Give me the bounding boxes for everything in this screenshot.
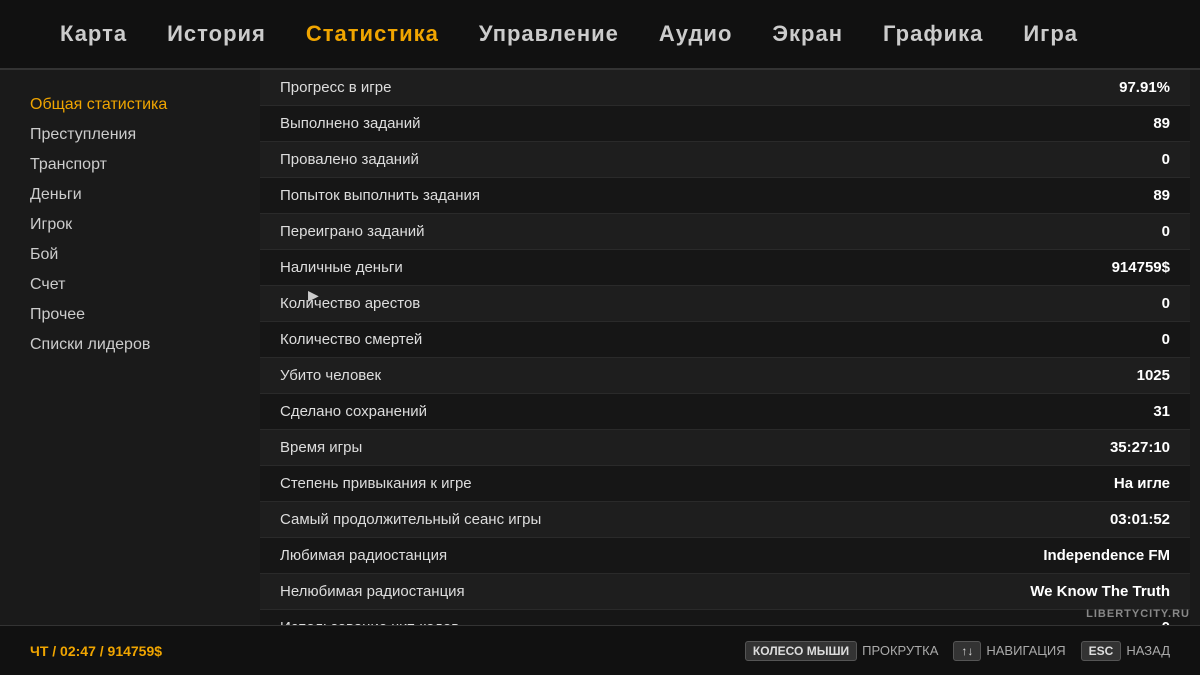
stat-label: Прогресс в игре xyxy=(280,79,391,96)
action-back: НАЗАД xyxy=(1126,643,1170,658)
key-nav: ↑↓ xyxy=(953,641,981,661)
stat-value: 31 xyxy=(1153,403,1170,420)
key-scroll: КОЛЕСО МЫШИ xyxy=(745,641,857,661)
sidebar-item-transport[interactable]: Транспорт xyxy=(30,150,230,180)
sidebar: Общая статистика Преступления Транспорт … xyxy=(0,70,260,625)
stat-row: Выполнено заданий 89 xyxy=(260,106,1190,142)
stat-value: 35:27:10 xyxy=(1110,439,1170,456)
nav-item-grafika[interactable]: Графика xyxy=(883,21,983,47)
sidebar-item-prestupleniya[interactable]: Преступления xyxy=(30,120,230,150)
stat-value: 0 xyxy=(1162,151,1170,168)
stat-row: Провалено заданий 0 xyxy=(260,142,1190,178)
nav-item-audio[interactable]: Аудио xyxy=(659,21,733,47)
stat-label: Убито человек xyxy=(280,367,381,384)
stats-panel: Прогресс в игре 97.91% Выполнено заданий 89… xyxy=(260,70,1200,625)
stat-row: Любимая радиостанция Independence FM xyxy=(260,538,1190,574)
status-left: ЧТ / 02:47 / 914759$ xyxy=(30,643,162,659)
stat-row: Прогресс в игре 97.91% xyxy=(260,70,1190,106)
stat-row: Убито человек 1025 xyxy=(260,358,1190,394)
nav-item-istoriya[interactable]: История xyxy=(167,21,266,47)
watermark: LIBERTYCITY.RU xyxy=(1086,608,1190,620)
sidebar-item-schet[interactable]: Счет xyxy=(30,270,230,300)
stat-value: 89 xyxy=(1153,115,1170,132)
key-esc: ESC xyxy=(1081,641,1122,661)
stat-label: Попыток выполнить задания xyxy=(280,187,480,204)
stat-label: Степень привыкания к игре xyxy=(280,475,472,492)
stat-value: 0 xyxy=(1162,331,1170,348)
nav-item-karta[interactable]: Карта xyxy=(60,21,127,47)
stat-row: Время игры 35:27:10 xyxy=(260,430,1190,466)
stat-value: 89 xyxy=(1153,187,1170,204)
stat-row: Попыток выполнить задания 89 xyxy=(260,178,1190,214)
hint-scroll: КОЛЕСО МЫШИ ПРОКРУТКА xyxy=(745,641,939,661)
nav-item-ekran[interactable]: Экран xyxy=(772,21,843,47)
nav-item-igra[interactable]: Игра xyxy=(1023,21,1078,47)
sidebar-item-igrok[interactable]: Игрок xyxy=(30,210,230,240)
hint-back: ESC НАЗАД xyxy=(1081,641,1170,661)
stat-label: Наличные деньги xyxy=(280,259,403,276)
top-navigation: Карта История Статистика Управление Ауди… xyxy=(0,0,1200,70)
stat-row: Использование чит-кодов0 xyxy=(260,610,1190,625)
stat-value: Independence FM xyxy=(1043,547,1170,564)
nav-item-upravlenie[interactable]: Управление xyxy=(479,21,619,47)
stat-label: Сделано сохранений xyxy=(280,403,427,420)
stat-row: Наличные деньги 914759$ xyxy=(260,250,1190,286)
sidebar-item-spiski[interactable]: Списки лидеров xyxy=(30,330,230,360)
stat-label: Количество арестов xyxy=(280,295,420,312)
status-right: КОЛЕСО МЫШИ ПРОКРУТКА ↑↓ НАВИГАЦИЯ ESC Н… xyxy=(745,641,1170,661)
stat-row: Переиграно заданий 0 xyxy=(260,214,1190,250)
stat-value: 0 xyxy=(1162,295,1170,312)
stat-row: Количество смертей 0 xyxy=(260,322,1190,358)
status-bar: ЧТ / 02:47 / 914759$ КОЛЕСО МЫШИ ПРОКРУТ… xyxy=(0,625,1200,675)
stat-row: Степень привыкания к игре На игле xyxy=(260,466,1190,502)
cursor-indicator: ▶ xyxy=(308,287,316,295)
sidebar-item-prochee[interactable]: Прочее xyxy=(30,300,230,330)
sidebar-item-obshaya[interactable]: Общая статистика xyxy=(30,90,230,120)
stat-row: Сделано сохранений 31 xyxy=(260,394,1190,430)
stat-value: 0 xyxy=(1162,223,1170,240)
stat-label: Провалено заданий xyxy=(280,151,419,168)
stat-label: Переиграно заданий xyxy=(280,223,425,240)
stat-label: Время игры xyxy=(280,439,362,456)
stat-value: 914759$ xyxy=(1112,259,1170,276)
hint-nav: ↑↓ НАВИГАЦИЯ xyxy=(953,641,1065,661)
stat-value: На игле xyxy=(1114,475,1170,492)
stat-value: We Know The Truth xyxy=(1030,583,1170,600)
stat-row: Количество арестов 0 xyxy=(260,286,1190,322)
action-nav: НАВИГАЦИЯ xyxy=(986,643,1065,658)
stat-value: 97.91% xyxy=(1119,79,1170,96)
stat-row: Нелюбимая радиостанция We Know The Truth xyxy=(260,574,1190,610)
sidebar-item-boy[interactable]: Бой xyxy=(30,240,230,270)
stat-label: Любимая радиостанция xyxy=(280,547,447,564)
stat-label: Нелюбимая радиостанция xyxy=(280,583,465,600)
nav-item-statistika[interactable]: Статистика xyxy=(306,21,439,47)
stat-value: 1025 xyxy=(1137,367,1170,384)
main-content: Общая статистика Преступления Транспорт … xyxy=(0,70,1200,625)
sidebar-item-dengi[interactable]: Деньги xyxy=(30,180,230,210)
action-scroll: ПРОКРУТКА xyxy=(862,643,938,658)
stat-value: 03:01:52 xyxy=(1110,511,1170,528)
stat-label: Количество смертей xyxy=(280,331,422,348)
stat-label: Самый продолжительный сеанс игры xyxy=(280,511,541,528)
stat-label: Выполнено заданий xyxy=(280,115,420,132)
stat-row: Самый продолжительный сеанс игры 03:01:52 xyxy=(260,502,1190,538)
